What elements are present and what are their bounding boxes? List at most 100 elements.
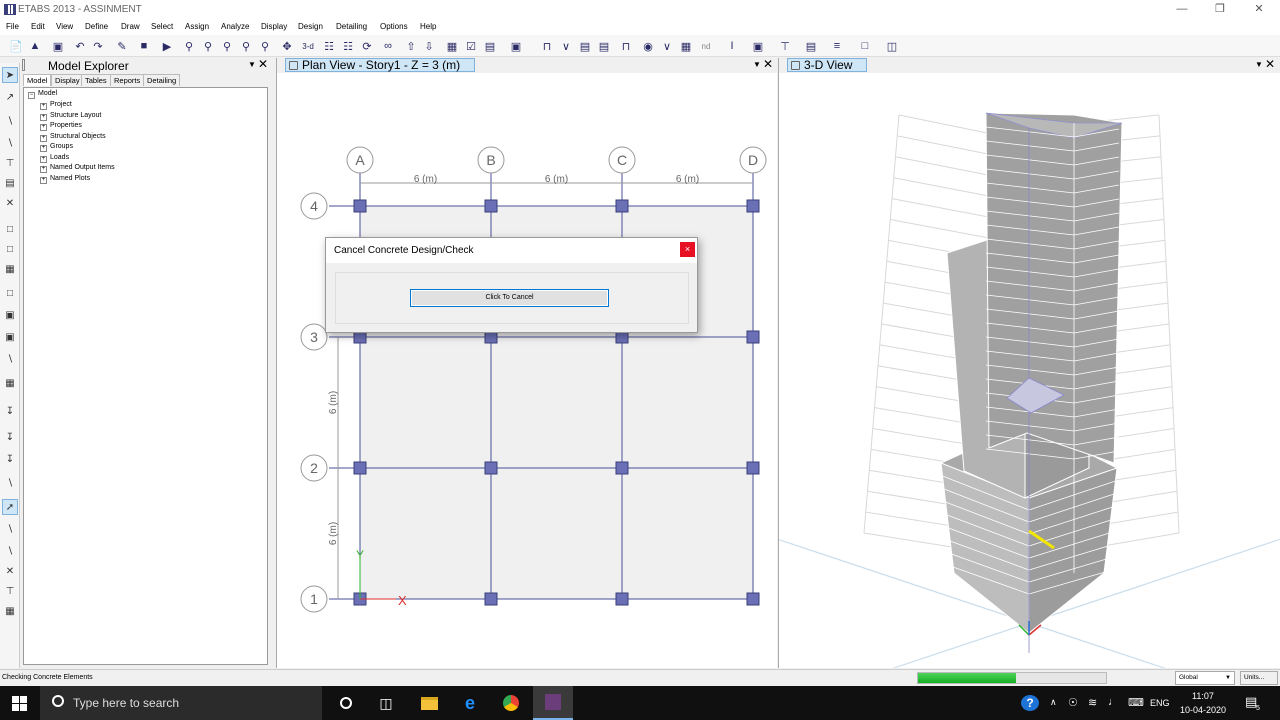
windows-start-icon[interactable]: [12, 696, 27, 711]
view-3d-icon[interactable]: 3-d: [300, 38, 316, 54]
zoom-in-icon[interactable]: ⚲: [219, 38, 235, 54]
opening-icon[interactable]: □: [2, 285, 18, 301]
draw-frame-icon[interactable]: ⊓: [539, 38, 555, 54]
plan-view-close-icon[interactable]: ✕: [763, 57, 773, 71]
menu-file[interactable]: File: [6, 22, 19, 31]
slab-icon[interactable]: □: [2, 221, 18, 237]
draw-line2-icon[interactable]: ∖: [2, 135, 18, 151]
reshape-icon[interactable]: ↗: [2, 89, 18, 105]
draw-wall-icon[interactable]: ⊓: [618, 38, 634, 54]
tray-expand-icon[interactable]: ∧: [1050, 697, 1057, 708]
draw-column-icon[interactable]: ▤: [596, 38, 612, 54]
text-cursor-icon[interactable]: I: [724, 38, 740, 54]
expand-icon[interactable]: +: [40, 145, 47, 152]
intersect-line-icon[interactable]: ∖: [2, 475, 18, 491]
language-indicator[interactable]: ENG: [1150, 698, 1170, 708]
check-icon[interactable]: ☑: [463, 38, 479, 54]
snap-ends-icon[interactable]: ∖: [2, 521, 18, 537]
panel-dropdown-icon[interactable]: ▼: [248, 60, 256, 69]
tab-display[interactable]: Display: [51, 74, 84, 86]
tree-item-project[interactable]: + Project: [40, 101, 72, 110]
tab-reports[interactable]: Reports: [110, 74, 145, 86]
units-button[interactable]: Units...: [1240, 671, 1278, 685]
snap-lines-icon[interactable]: ⊤: [2, 583, 18, 599]
column-icon[interactable]: ⊤: [2, 155, 18, 171]
display-options-icon[interactable]: ▤: [803, 38, 819, 54]
snap-points-icon[interactable]: ➚: [2, 499, 18, 515]
perspective-icon[interactable]: ∞: [380, 38, 396, 54]
cortana-icon[interactable]: [326, 686, 366, 720]
menu-define[interactable]: Define: [85, 22, 108, 31]
pan-icon[interactable]: ✥: [279, 38, 295, 54]
draw-beam-icon[interactable]: ▤: [577, 38, 593, 54]
menu-draw[interactable]: Draw: [121, 22, 140, 31]
dialog-close-button[interactable]: ×: [680, 242, 695, 257]
tree-item-loads[interactable]: + Loads: [40, 154, 69, 163]
grid-options-icon[interactable]: ▣: [750, 38, 766, 54]
wifi-icon[interactable]: ≋: [1088, 696, 1097, 709]
move-up-icon[interactable]: ⇧: [403, 38, 419, 54]
tree-item-groups[interactable]: + Groups: [40, 143, 73, 152]
expand-icon[interactable]: +: [40, 155, 47, 163]
brace-icon[interactable]: ✕: [2, 195, 18, 211]
move-down-icon[interactable]: ⇩: [421, 38, 437, 54]
draw-point-icon[interactable]: ◉: [640, 38, 656, 54]
draw-link-icon[interactable]: ∨: [659, 38, 675, 54]
elevation-view-icon[interactable]: ☷: [340, 38, 356, 54]
select-pointer-icon[interactable]: ➤: [2, 67, 18, 83]
menu-view[interactable]: View: [56, 22, 73, 31]
expand-icon[interactable]: +: [40, 176, 47, 184]
tree-item-named-plots[interactable]: + Named Plots: [40, 175, 90, 184]
file-explorer-icon[interactable]: [409, 686, 449, 720]
refresh-icon[interactable]: □: [857, 38, 873, 54]
pencil-icon[interactable]: ✎: [114, 38, 130, 54]
save-icon[interactable]: ▣: [50, 38, 66, 54]
object-shrink-icon[interactable]: ▤: [482, 38, 498, 54]
menu-assign[interactable]: Assign: [185, 22, 209, 31]
etabs-taskbar-icon[interactable]: [533, 686, 573, 720]
deck-icon[interactable]: □: [2, 241, 18, 257]
clear-select-icon[interactable]: ↧: [2, 451, 18, 467]
snap-intersect-icon[interactable]: ∖: [2, 543, 18, 559]
collapse-icon[interactable]: −: [28, 92, 35, 99]
maximize-button[interactable]: ❐: [1205, 2, 1235, 17]
dimension-icon[interactable]: ≡: [829, 38, 845, 54]
expand-icon[interactable]: +: [40, 166, 47, 173]
3d-view-close-icon[interactable]: ✕: [1265, 57, 1275, 71]
panel-close-icon[interactable]: ✕: [258, 57, 268, 71]
keyboard-icon[interactable]: ⌨: [1128, 696, 1144, 709]
menu-edit[interactable]: Edit: [31, 22, 45, 31]
dimension-line-icon[interactable]: ∖: [2, 351, 18, 367]
plan-view-tab[interactable]: Plan View - Story1 - Z = 3 (m): [285, 58, 476, 72]
expand-icon[interactable]: +: [40, 134, 47, 142]
expand-icon[interactable]: +: [40, 124, 47, 131]
area-icon[interactable]: ▣: [2, 307, 18, 323]
menu-display[interactable]: Display: [261, 22, 287, 31]
set-display-icon[interactable]: ▦: [444, 38, 460, 54]
zoom-window-icon[interactable]: ⚲: [181, 38, 197, 54]
chrome-browser-icon[interactable]: [491, 686, 531, 720]
menu-help[interactable]: Help: [420, 22, 436, 31]
snap-icon[interactable]: ▦: [678, 38, 694, 54]
extrusion-icon[interactable]: ▣: [508, 38, 524, 54]
new-model-icon[interactable]: 📄: [8, 38, 24, 54]
minimize-button[interactable]: —: [1167, 2, 1197, 17]
beam-icon[interactable]: ▤: [2, 175, 18, 191]
lock-icon[interactable]: ■: [136, 38, 152, 54]
tree-item-structural-objects[interactable]: + Structural Objects: [40, 133, 106, 142]
open-model-icon[interactable]: ▲: [27, 38, 43, 54]
taskbar-search-box[interactable]: Type here to search: [40, 686, 322, 720]
expand-icon[interactable]: +: [40, 103, 47, 110]
3d-view-tab[interactable]: 3-D View: [787, 58, 868, 72]
help-icon[interactable]: ?: [1021, 695, 1039, 711]
close-window-button[interactable]: ✕: [1244, 2, 1274, 17]
menu-design[interactable]: Design: [298, 22, 323, 31]
layout-icon[interactable]: ◫: [884, 38, 900, 54]
tab-detailing[interactable]: Detailing: [143, 74, 181, 86]
network-globe-icon[interactable]: ☉: [1068, 696, 1078, 709]
section-cut-icon[interactable]: ⊤: [777, 38, 793, 54]
grid-icon[interactable]: ▦: [2, 375, 18, 391]
coord-system-select[interactable]: Global ▼: [1175, 671, 1235, 685]
tab-tables[interactable]: Tables: [81, 74, 111, 86]
undo-icon[interactable]: ↶: [72, 38, 88, 54]
